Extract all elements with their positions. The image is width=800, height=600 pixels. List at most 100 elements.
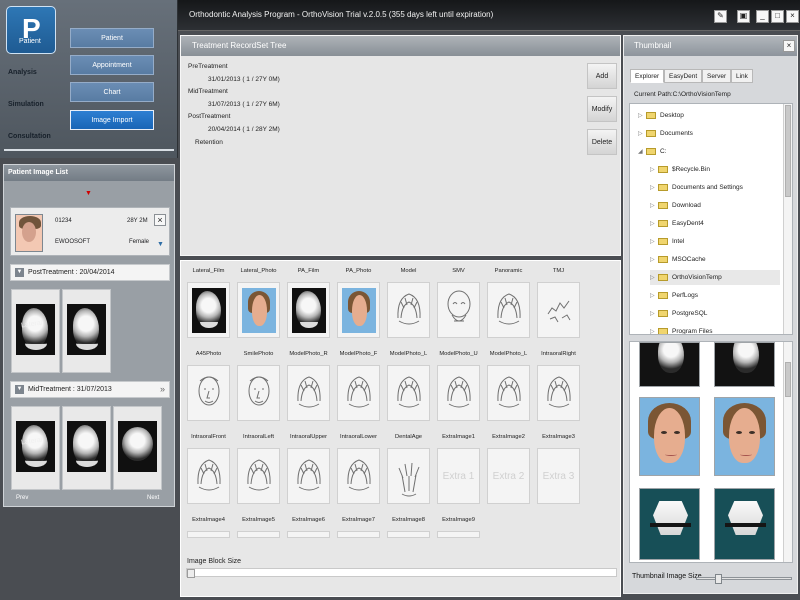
thumbnail-image-size-slider-thumb[interactable] [715, 574, 722, 584]
image-import-button[interactable]: Image Import [70, 110, 154, 130]
settings-wrench-icon[interactable]: ✎ [714, 10, 727, 23]
image-slot-modelphoto-l[interactable] [487, 365, 530, 421]
collapsed-folder-icon[interactable]: ▷ [650, 253, 658, 268]
collapsed-folder-icon[interactable]: ▷ [650, 307, 658, 322]
folder-item-desktop[interactable]: ▷ Desktop [638, 108, 780, 123]
tree-posttreatment[interactable]: PostTreatment [188, 113, 230, 120]
appointment-button[interactable]: Appointment [70, 55, 154, 75]
folder-tree[interactable]: ▷ Desktop ▷ Documents ◢ C: ▷ $Recycle.Bin ▷ Docum… [629, 103, 793, 335]
help-icon[interactable]: ▣ [737, 10, 750, 23]
collapsed-folder-icon[interactable]: ▷ [650, 235, 658, 250]
image-block-size-slider-thumb[interactable] [187, 569, 195, 578]
mid-treatment-smv-thumbnail[interactable] [113, 406, 162, 490]
close-thumbnail-icon[interactable]: × [783, 40, 795, 52]
image-slot-extraimage7[interactable] [337, 531, 380, 538]
thumbnail-image-grid[interactable] [629, 341, 793, 563]
add-button[interactable]: Add [587, 63, 617, 89]
tree-pretreatment[interactable]: PreTreatment [188, 63, 228, 70]
folder-item-download[interactable]: ▷ Download [650, 198, 780, 213]
mid-treatment-pa-thumbnail[interactable] [62, 406, 111, 490]
image-slot-smilephoto[interactable] [237, 365, 280, 421]
close-window-button[interactable]: × [786, 10, 799, 23]
nav-section-analysis[interactable]: Analysis [8, 69, 37, 76]
expand-arrow-icon[interactable]: ▼ [85, 190, 92, 197]
thumbnail-scrollbar[interactable] [783, 342, 792, 562]
tree-pretreatment-date[interactable]: 31/01/2013 ( 1 / 27Y 0M) [208, 76, 280, 83]
thumbnail-image-size-slider[interactable] [696, 574, 792, 584]
image-slot-lateral-photo[interactable] [237, 282, 280, 338]
collapsed-folder-icon[interactable]: ▷ [650, 289, 658, 304]
maximize-window-button[interactable]: □ [771, 10, 784, 23]
folder-item-orthovisiontemp[interactable]: ▷ OrthoVisionTemp [650, 270, 780, 285]
image-slot-intraoralfront[interactable] [187, 448, 230, 504]
image-slot-extraimage8[interactable] [387, 531, 430, 538]
image-slot-extraimage4[interactable] [187, 531, 230, 538]
thumbnail-face-front[interactable] [639, 397, 700, 476]
thumbnail-face-side[interactable] [714, 397, 775, 476]
thumbnail-scrollbar-thumb[interactable] [785, 362, 791, 397]
tree-midtreatment-date[interactable]: 31/07/2013 ( 1 / 27Y 6M) [208, 101, 280, 108]
image-slot-extraimage5[interactable] [237, 531, 280, 538]
image-slot-lateral-film[interactable] [187, 282, 230, 338]
image-slot-modelphoto-u[interactable] [437, 365, 480, 421]
close-patient-card-icon[interactable]: × [154, 214, 166, 226]
folder-item-perflogs[interactable]: ▷ PerfLogs [650, 288, 780, 303]
folder-item-c-[interactable]: ◢ C: [638, 144, 780, 159]
folder-tree-scrollbar[interactable] [783, 104, 792, 334]
folder-tree-scrollbar-thumb[interactable] [785, 105, 791, 197]
image-slot-intraoralleft[interactable] [237, 448, 280, 504]
tree-posttreatment-date[interactable]: 20/04/2014 ( 1 / 28Y 2M) [208, 126, 280, 133]
folder-item--recycle-bin[interactable]: ▷ $Recycle.Bin [650, 162, 780, 177]
collapsed-folder-icon[interactable]: ▷ [638, 127, 646, 142]
image-slot-a45photo[interactable] [187, 365, 230, 421]
mid-treatment-lateral-thumbnail[interactable]: Lateral [11, 406, 60, 490]
image-slot-extraimage2[interactable]: Extra 2 [487, 448, 530, 504]
image-slot-intraoralupper[interactable] [287, 448, 330, 504]
chart-button[interactable]: Chart [70, 82, 154, 102]
collapse-icon[interactable]: ▼ [15, 268, 24, 277]
folder-item-msocache[interactable]: ▷ MSOCache [650, 252, 780, 267]
image-slot-smv[interactable] [437, 282, 480, 338]
minimize-window-button[interactable]: _ [756, 10, 769, 23]
double-chevron-right-icon[interactable]: » [160, 384, 165, 394]
thumbnail-xray-pa[interactable] [714, 342, 775, 387]
collapsed-folder-icon[interactable]: ▷ [650, 163, 658, 178]
image-slot-extraimage1[interactable]: Extra 1 [437, 448, 480, 504]
tree-midtreatment[interactable]: MidTreatment [188, 88, 228, 95]
post-treatment-lateral-thumbnail[interactable]: Lateral [11, 289, 60, 373]
image-slot-tmj[interactable] [537, 282, 580, 338]
folder-item-documents-and-settings[interactable]: ▷ Documents and Settings [650, 180, 780, 195]
folder-item-postgresql[interactable]: ▷ PostgreSQL [650, 306, 780, 321]
post-treatment-pa-thumbnail[interactable] [62, 289, 111, 373]
image-slot-modelphoto-r[interactable] [287, 365, 330, 421]
chevron-down-icon[interactable]: ▼ [157, 241, 164, 248]
collapse-icon[interactable]: ▼ [15, 385, 24, 394]
image-block-size-slider[interactable] [186, 568, 617, 578]
tree-retention[interactable]: Retention [195, 139, 223, 146]
collapsed-folder-icon[interactable]: ▷ [650, 181, 658, 196]
tab-server[interactable]: Server [702, 69, 732, 83]
collapsed-folder-icon[interactable]: ▷ [650, 199, 658, 214]
thumbnail-teeth-model-2[interactable] [714, 488, 775, 560]
mid-treatment-section[interactable]: ▼ MidTreatment : 31/07/2013 » [10, 381, 170, 398]
collapsed-folder-icon[interactable]: ▷ [650, 217, 658, 232]
tab-explorer[interactable]: Explorer [630, 69, 665, 83]
folder-item-program-files[interactable]: ▷ Program Files [650, 324, 780, 334]
image-slot-panoramic[interactable] [487, 282, 530, 338]
patient-tab[interactable]: P Patient [6, 6, 56, 54]
image-slot-extraimage6[interactable] [287, 531, 330, 538]
image-slot-modelphoto-l[interactable] [387, 365, 430, 421]
collapsed-folder-icon[interactable]: ▷ [650, 325, 658, 334]
patient-button[interactable]: Patient [70, 28, 154, 48]
image-slot-modelphoto-f[interactable] [337, 365, 380, 421]
image-slot-intraorallower[interactable] [337, 448, 380, 504]
folder-item-easydent4[interactable]: ▷ EasyDent4 [650, 216, 780, 231]
image-slot-extraimage9[interactable] [437, 531, 480, 538]
nav-section-simulation[interactable]: Simulation [8, 101, 44, 108]
collapsed-folder-icon[interactable]: ▷ [638, 109, 646, 124]
image-slot-model[interactable] [387, 282, 430, 338]
thumbnail-xray-lateral[interactable] [639, 342, 700, 387]
delete-button[interactable]: Delete [587, 129, 617, 155]
tab-easydent[interactable]: EasyDent [664, 69, 703, 83]
expanded-folder-icon[interactable]: ◢ [638, 145, 646, 160]
